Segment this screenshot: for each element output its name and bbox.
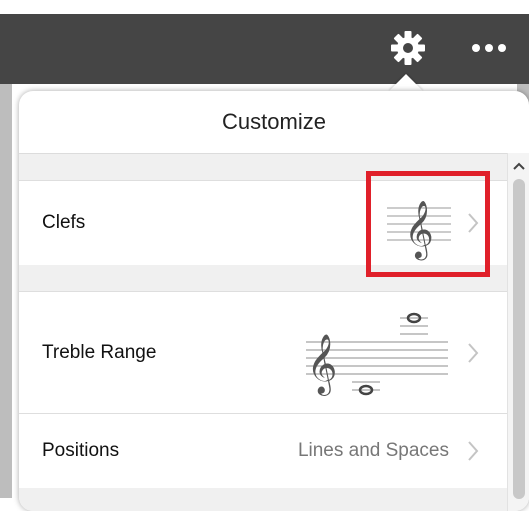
scroll-thumb[interactable] bbox=[513, 179, 525, 499]
clefs-label: Clefs bbox=[42, 212, 86, 233]
positions-row[interactable]: Positions Lines and Spaces bbox=[19, 413, 507, 489]
svg-text:𝄞: 𝄞 bbox=[307, 334, 338, 396]
section-gap bbox=[19, 488, 529, 511]
more-icon[interactable] bbox=[472, 34, 506, 62]
chevron-right-icon bbox=[468, 441, 479, 461]
gear-icon[interactable] bbox=[390, 30, 426, 66]
chevron-right-icon bbox=[468, 343, 479, 363]
treble-range-label: Treble Range bbox=[42, 342, 157, 363]
background-left bbox=[0, 84, 12, 498]
positions-label: Positions bbox=[42, 440, 120, 461]
highlight-box bbox=[366, 171, 490, 277]
treble-range-row[interactable]: Treble Range 𝄞 bbox=[19, 291, 507, 415]
popover-title: Customize bbox=[19, 91, 529, 154]
scroll-up-icon[interactable] bbox=[512, 161, 526, 171]
scrollbar[interactable] bbox=[507, 153, 529, 511]
customize-popover: Customize Clefs 𝄞 Treble Range 𝄞 Positio… bbox=[19, 91, 529, 511]
treble-range-staff-icon: 𝄞 bbox=[306, 312, 448, 396]
top-toolbar bbox=[0, 14, 529, 84]
positions-value: Lines and Spaces bbox=[297, 440, 449, 461]
